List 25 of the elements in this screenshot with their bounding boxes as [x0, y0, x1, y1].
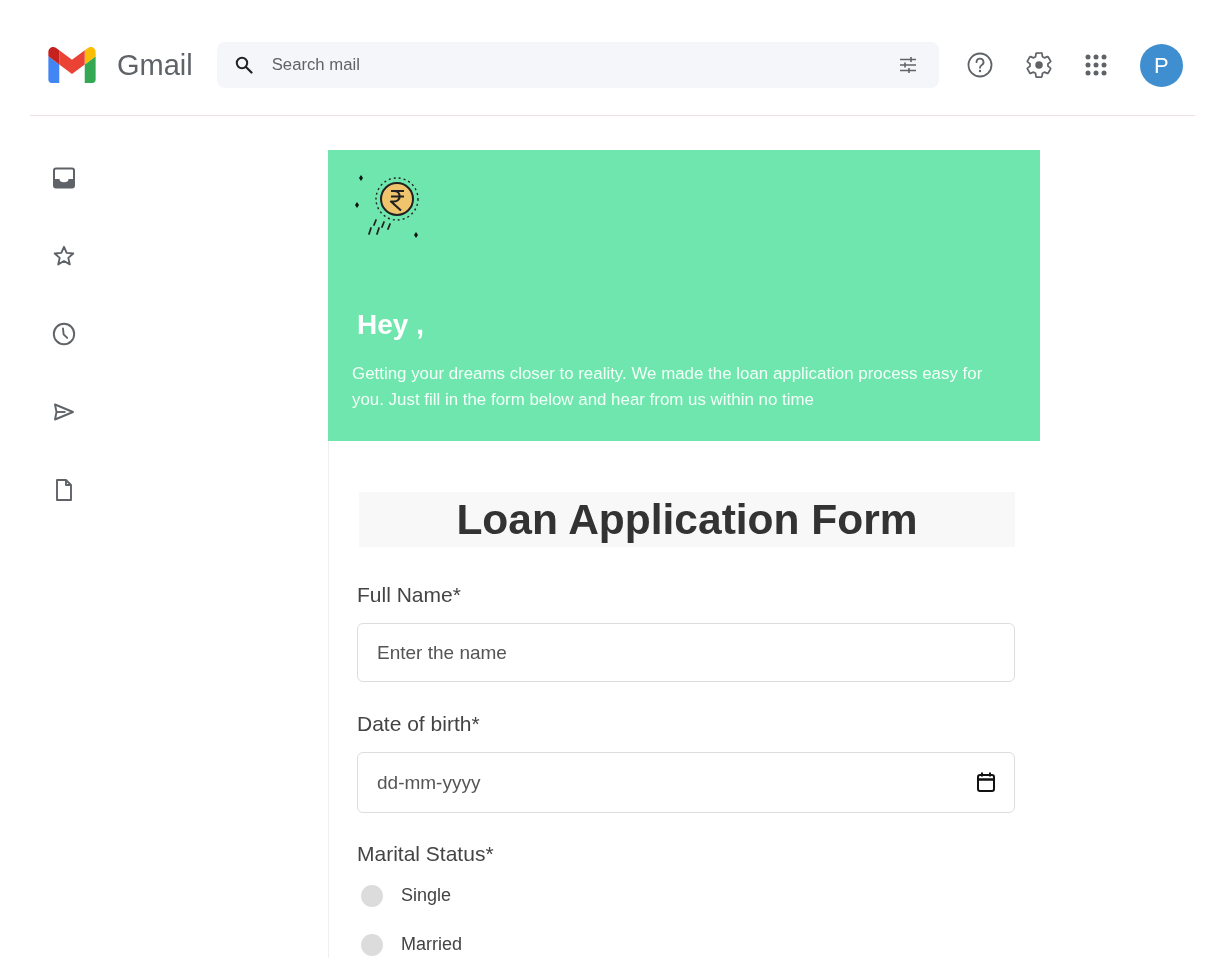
option-label: Married	[401, 933, 462, 956]
calendar-icon[interactable]	[977, 772, 995, 792]
settings-icon[interactable]	[1025, 52, 1052, 78]
app-name: Gmail	[117, 50, 193, 80]
field-label: Marital Status*	[357, 843, 495, 865]
radio-button[interactable]	[361, 884, 383, 907]
help-icon[interactable]	[966, 52, 993, 78]
search-icon[interactable]	[234, 56, 253, 74]
name-field[interactable]: Enter the name	[357, 623, 1015, 682]
option-label: Single	[401, 884, 452, 907]
account-avatar[interactable]: P	[1139, 43, 1183, 87]
clock-icon[interactable]	[52, 322, 76, 346]
inbox-icon[interactable]	[52, 166, 76, 190]
star-icon[interactable]	[52, 244, 76, 268]
filter-options-icon[interactable]	[898, 56, 917, 74]
field-label: Full Name*	[357, 584, 462, 606]
apps-grid-icon[interactable]	[1084, 54, 1107, 76]
mail-logo-icon[interactable]	[48, 47, 96, 83]
greeting: Hey ,	[357, 309, 425, 341]
field-label: Date of birth*	[357, 713, 481, 735]
radio-button[interactable]	[361, 933, 383, 956]
intro-text: Getting your dreams closer to reality. We made the loan application process easy for you. Just fill in the form below and hear from us within no time	[352, 363, 984, 411]
date-field[interactable]: dd-mm-yyyy	[357, 752, 1015, 813]
form-title: Loan Application Form	[359, 492, 1015, 547]
search-field[interactable]: Search mail	[216, 42, 939, 88]
